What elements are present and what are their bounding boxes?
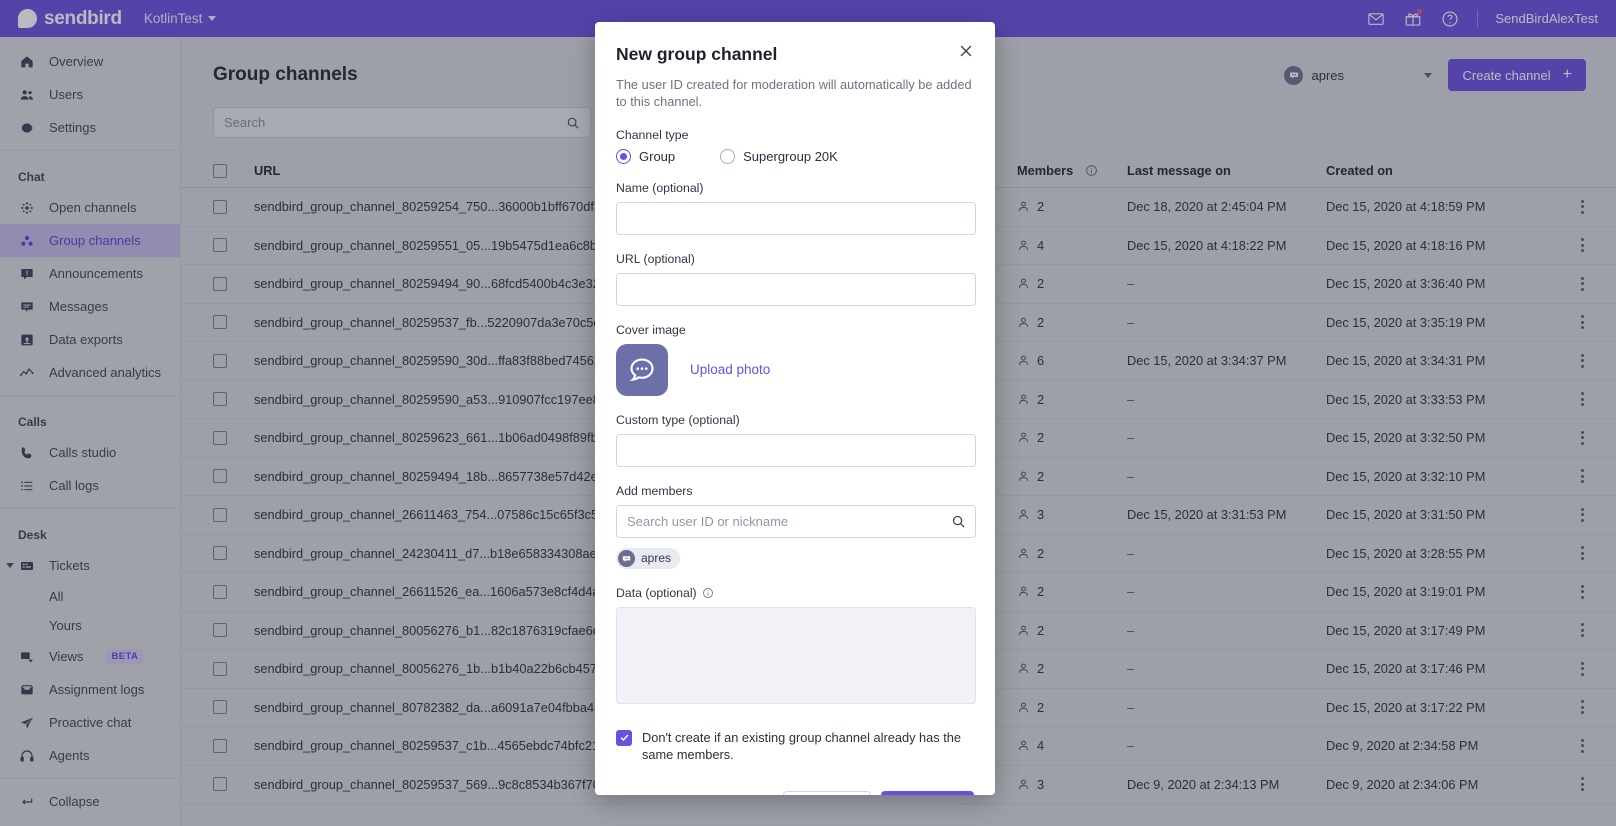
- radio-indicator-group: [616, 148, 631, 164]
- close-icon[interactable]: [957, 42, 975, 60]
- radio-supergroup[interactable]: Supergroup 20K: [720, 148, 838, 164]
- radio-indicator-supergroup: [720, 148, 736, 164]
- duplicate-check-checkbox[interactable]: [616, 729, 632, 746]
- avatar: [618, 549, 635, 567]
- add-members-label: Add members: [616, 483, 693, 498]
- duplicate-check-label: Don't create if an existing group channe…: [642, 729, 962, 762]
- custom-type-input[interactable]: [616, 433, 976, 467]
- data-label-text: Data (optional): [616, 585, 697, 600]
- chat-bubble-icon: [616, 343, 668, 396]
- channel-type-label: Channel type: [616, 127, 689, 142]
- member-chip-label: apres: [641, 551, 672, 566]
- cover-image-row: Upload photo: [616, 343, 974, 396]
- info-icon[interactable]: [702, 587, 714, 599]
- channel-type-radio-group: Group Supergroup 20K: [616, 148, 974, 164]
- name-label: Name (optional): [616, 180, 704, 195]
- cancel-button[interactable]: Cancel: [783, 791, 872, 795]
- data-textarea[interactable]: [616, 606, 976, 704]
- modal-description: The user ID created for moderation will …: [616, 77, 972, 109]
- custom-type-label: Custom type (optional): [616, 412, 740, 427]
- url-input[interactable]: [616, 272, 976, 306]
- search-icon[interactable]: [951, 514, 966, 529]
- cover-image-label: Cover image: [616, 322, 686, 337]
- duplicate-check-row: Don't create if an existing group channe…: [616, 729, 974, 763]
- member-chip-apres[interactable]: apres: [616, 547, 681, 569]
- radio-label-group: Group: [639, 148, 676, 164]
- name-input[interactable]: [616, 201, 976, 235]
- radio-group[interactable]: Group: [616, 148, 676, 164]
- url-label: URL (optional): [616, 251, 695, 266]
- app-root: sendbird KotlinTest SendBirdAlexTest Ove…: [0, 0, 1616, 826]
- create-button[interactable]: Create: [881, 791, 974, 795]
- modal-actions: Cancel Create: [616, 791, 974, 795]
- data-label: Data (optional): [616, 586, 974, 600]
- member-search-wrap: [616, 504, 976, 538]
- member-search-input[interactable]: [616, 504, 976, 538]
- modal-title: New group channel: [616, 44, 778, 64]
- radio-label-supergroup: Supergroup 20K: [743, 148, 838, 164]
- new-group-channel-modal: New group channel The user ID created fo…: [595, 22, 995, 795]
- upload-photo-button[interactable]: Upload photo: [690, 362, 770, 377]
